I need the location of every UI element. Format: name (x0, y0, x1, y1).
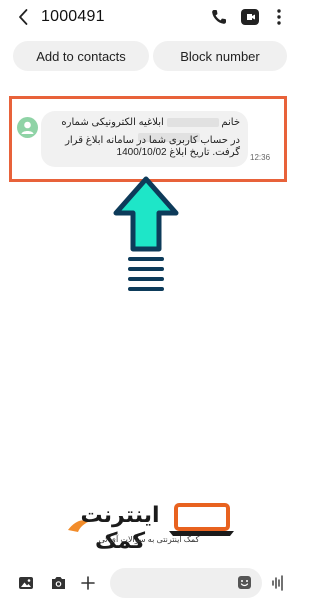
phone-icon[interactable] (209, 7, 229, 27)
back-arrow-icon[interactable] (14, 7, 34, 27)
sticker-icon[interactable] (237, 575, 252, 590)
logo-wordmark: اینترنت کمک (80, 502, 160, 553)
message-line-1: خانم ابلاغیه الکترونیکی شماره (61, 117, 240, 128)
add-icon[interactable] (80, 575, 96, 591)
gallery-icon[interactable] (18, 575, 34, 591)
video-call-icon[interactable] (239, 6, 261, 28)
add-to-contacts-button[interactable]: Add to contacts (13, 41, 149, 71)
up-arrow-icon (112, 175, 180, 299)
message-line-1-suffix: ابلاغیه الکترونیکی شماره (61, 117, 164, 128)
app-header: 1000491 (0, 0, 300, 34)
logo-tagline: کمک اینترنتی به سوالات آی تی (98, 535, 200, 544)
avatar[interactable] (17, 117, 38, 138)
message-line-2-text: در حساب کاربری شما در سامانه ابلاغ قرار (65, 135, 240, 146)
message-line-1-prefix: خانم (221, 117, 240, 128)
redacted-name (166, 117, 219, 127)
camera-icon[interactable] (50, 575, 67, 591)
more-options-icon[interactable] (272, 6, 286, 28)
block-number-button[interactable]: Block number (153, 41, 287, 71)
conversation-title: 1000491 (41, 8, 105, 25)
voice-icon[interactable] (271, 574, 285, 592)
message-bubble[interactable]: خانم ابلاغیه الکترونیکی شماره در حساب کا… (41, 111, 248, 167)
message-line-3: گرفت. تاریخ ابلاغ 1400/10/02 (116, 147, 240, 158)
message-timestamp: 12:36 (250, 153, 271, 162)
